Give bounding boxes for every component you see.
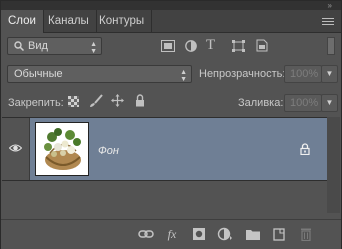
add-mask-icon[interactable] bbox=[191, 227, 207, 241]
fill-input[interactable]: 100% bbox=[284, 94, 322, 112]
eye-icon bbox=[9, 144, 22, 152]
panel-tabs: Слои Каналы Контуры bbox=[1, 10, 341, 33]
blend-mode-value: Обычные bbox=[14, 68, 63, 80]
panel-title-bar[interactable]: » bbox=[1, 1, 341, 10]
layers-scrollbar[interactable] bbox=[327, 117, 340, 213]
updown-arrow-icon: ▲ ▼ bbox=[90, 41, 97, 55]
opacity-label: Непрозрачность: bbox=[199, 68, 286, 80]
adjustment-filter-icon[interactable] bbox=[185, 40, 197, 52]
type-filter-icon[interactable]: T bbox=[206, 37, 215, 54]
filter-toggle-switch[interactable] bbox=[327, 37, 335, 55]
layer-thumbnail bbox=[35, 122, 89, 176]
tab-layers[interactable]: Слои bbox=[1, 10, 44, 33]
adjustment-layer-icon[interactable] bbox=[217, 227, 233, 241]
opacity-input[interactable]: 100% bbox=[284, 65, 322, 83]
new-layer-icon[interactable] bbox=[271, 227, 287, 241]
opacity-slider-button[interactable]: ▼ bbox=[321, 65, 338, 83]
updown-arrow-icon: ▲ ▼ bbox=[180, 69, 187, 83]
fill-slider-button[interactable]: ▼ bbox=[321, 94, 338, 112]
fill-label: Заливка: bbox=[238, 97, 284, 109]
lock-transparent-icon[interactable] bbox=[68, 96, 79, 107]
smart-object-filter-icon[interactable] bbox=[256, 39, 268, 52]
blend-mode-dropdown[interactable]: Обычные ▲ ▼ bbox=[7, 65, 192, 83]
flower-basket-image bbox=[44, 128, 81, 170]
panel-menu-icon[interactable] bbox=[322, 16, 334, 26]
delete-layer-icon[interactable] bbox=[298, 227, 314, 241]
filter-kind-dropdown[interactable]: Вид ▲ ▼ bbox=[7, 37, 102, 55]
lock-all-icon[interactable] bbox=[135, 94, 145, 107]
search-icon bbox=[14, 41, 24, 51]
pixel-filter-icon[interactable] bbox=[161, 40, 175, 52]
tab-channels[interactable]: Каналы bbox=[41, 10, 97, 32]
link-layers-icon[interactable] bbox=[138, 227, 154, 241]
filter-kind-label: Вид bbox=[28, 40, 48, 52]
layers-toolbar: fx bbox=[1, 219, 341, 249]
tab-paths[interactable]: Контуры bbox=[92, 10, 153, 32]
layer-lock-icon bbox=[300, 143, 310, 155]
visibility-toggle[interactable] bbox=[2, 118, 30, 180]
layer-name[interactable]: Фон bbox=[98, 145, 119, 157]
layers-panel: » Слои Каналы Контуры Вид ▲ ▼ T Обычные … bbox=[0, 0, 342, 249]
layer-style-icon[interactable]: fx bbox=[164, 227, 180, 241]
layer-row[interactable]: Фон bbox=[2, 117, 328, 181]
lock-label: Закрепить: bbox=[8, 97, 64, 109]
lock-image-icon[interactable] bbox=[89, 94, 103, 108]
collapse-icon[interactable]: » bbox=[328, 2, 333, 10]
new-group-icon[interactable] bbox=[245, 227, 261, 241]
lock-position-icon[interactable] bbox=[111, 94, 124, 107]
shape-filter-icon[interactable] bbox=[232, 40, 245, 52]
